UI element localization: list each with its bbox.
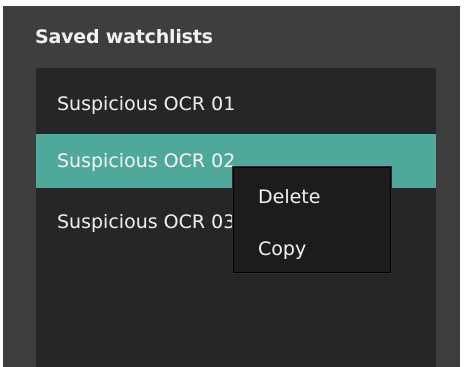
saved-watchlists-panel: Saved watchlists Suspicious OCR 01 Suspi… <box>3 6 460 367</box>
copy-menu-item[interactable]: Copy <box>234 229 390 269</box>
context-menu: Delete Copy <box>233 167 391 273</box>
delete-menu-item[interactable]: Delete <box>234 177 390 217</box>
panel-title: Saved watchlists <box>35 26 213 48</box>
watchlist-item[interactable]: Suspicious OCR 01 <box>36 77 436 131</box>
